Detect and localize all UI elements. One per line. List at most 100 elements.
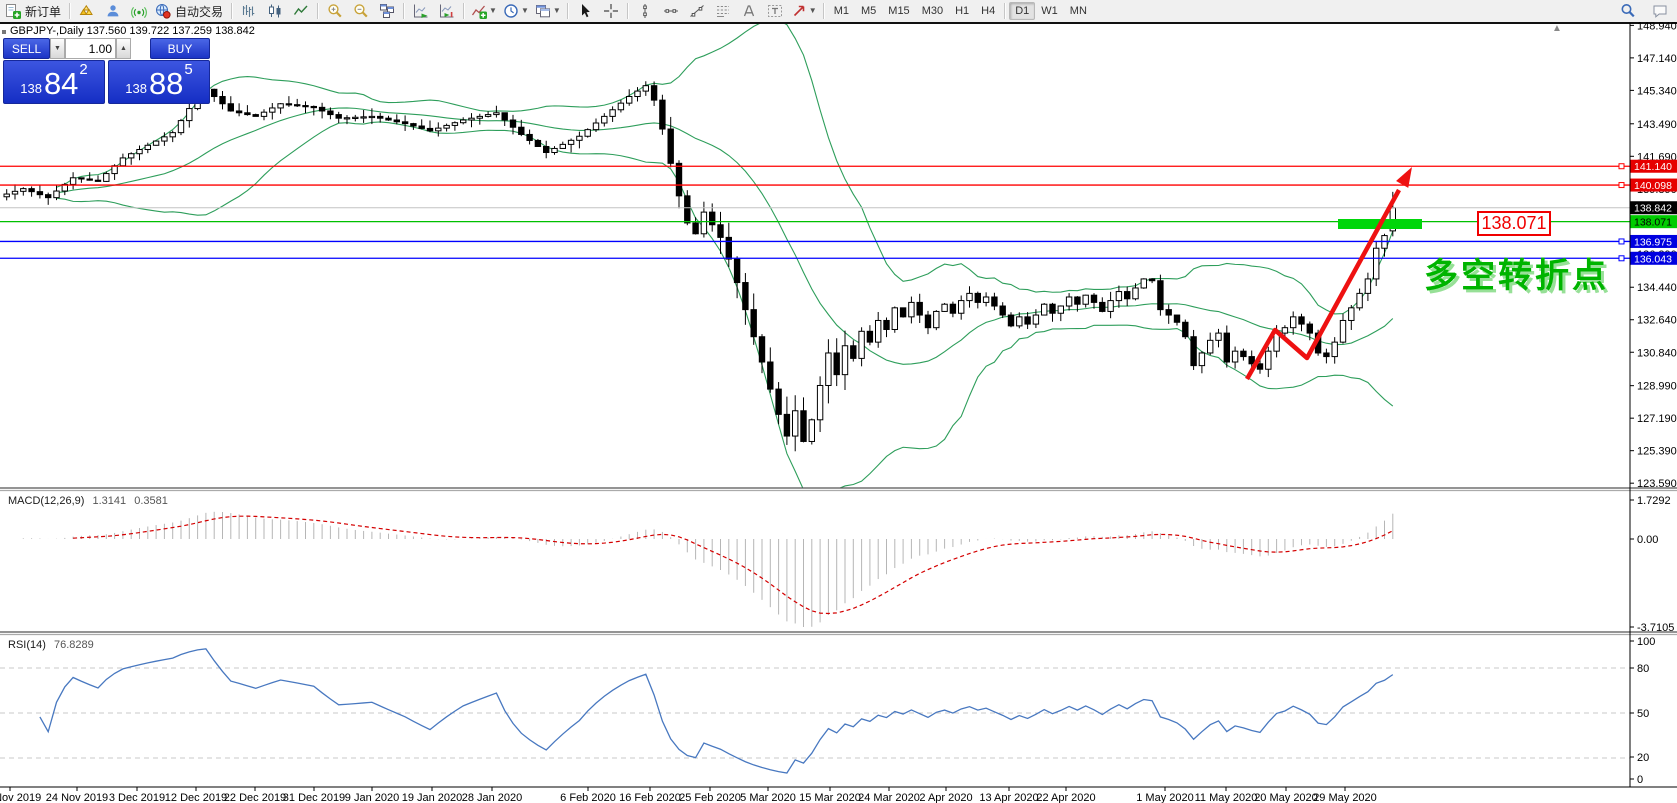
trend-line-tool-button[interactable] bbox=[684, 0, 710, 22]
community-button[interactable] bbox=[100, 0, 126, 22]
candlestick-mode-button[interactable] bbox=[262, 0, 288, 22]
svg-text:134.440: 134.440 bbox=[1637, 282, 1677, 294]
svg-text:29 May 2020: 29 May 2020 bbox=[1313, 792, 1377, 803]
svg-text:125.390: 125.390 bbox=[1637, 446, 1677, 458]
svg-text:22 Apr 2020: 22 Apr 2020 bbox=[1036, 792, 1095, 803]
svg-text:6 Feb 2020: 6 Feb 2020 bbox=[560, 792, 616, 803]
timeframe-w1-button[interactable]: W1 bbox=[1035, 2, 1064, 20]
line-chart-mode-button[interactable] bbox=[288, 0, 314, 22]
periods-icon bbox=[503, 3, 519, 19]
auto-scroll-button[interactable] bbox=[408, 0, 434, 22]
svg-text:28 Jan 2020: 28 Jan 2020 bbox=[462, 792, 523, 803]
zoom-out-button[interactable] bbox=[348, 0, 374, 22]
text-tool-button[interactable] bbox=[736, 0, 762, 22]
toolbar-separator bbox=[231, 3, 233, 19]
vertical-line-tool-button[interactable] bbox=[632, 0, 658, 22]
zoom-out-icon bbox=[353, 3, 369, 19]
templates-button[interactable]: ▼ bbox=[532, 0, 564, 22]
svg-text:19 Jan 2020: 19 Jan 2020 bbox=[402, 792, 463, 803]
svg-text:5 Mar 2020: 5 Mar 2020 bbox=[740, 792, 796, 803]
volume-input[interactable]: 1.00 bbox=[65, 38, 116, 59]
bar-chart-mode-button[interactable] bbox=[236, 0, 262, 22]
macd-name: MACD(12,26,9) bbox=[8, 495, 84, 507]
chat-button[interactable] bbox=[1647, 0, 1673, 22]
scroll-to-end-icon[interactable]: ▲ bbox=[1552, 23, 1562, 34]
candlestick-mode-icon bbox=[267, 3, 283, 19]
auto-trading-icon bbox=[155, 3, 171, 19]
horizontal-line-tool-icon bbox=[663, 3, 679, 19]
timeframe-m1-button[interactable]: M1 bbox=[828, 2, 855, 20]
market-signals-button[interactable] bbox=[126, 0, 152, 22]
vertical-line-tool-icon bbox=[637, 3, 653, 19]
dropdown-arrow-icon[interactable]: ▼ bbox=[809, 7, 817, 15]
svg-text:147.140: 147.140 bbox=[1637, 53, 1677, 65]
rsi-indicator-label: RSI(14) 76.8289 bbox=[8, 639, 94, 651]
timeframe-m5-button[interactable]: M5 bbox=[855, 2, 882, 20]
timeframe-h4-button[interactable]: H4 bbox=[975, 2, 1001, 20]
toolbar-separator bbox=[317, 3, 319, 19]
svg-text:14 Nov 2019: 14 Nov 2019 bbox=[0, 792, 41, 803]
chat-icon bbox=[1652, 3, 1668, 19]
periods-button[interactable]: ▼ bbox=[500, 0, 532, 22]
dropdown-arrow-icon[interactable]: ▼ bbox=[553, 7, 561, 15]
toolbar-separator bbox=[403, 3, 405, 19]
new-order-label: 新订单 bbox=[23, 3, 63, 20]
svg-text:50: 50 bbox=[1637, 708, 1649, 720]
svg-text:145.340: 145.340 bbox=[1637, 85, 1677, 97]
arrow-tools-icon bbox=[791, 3, 807, 19]
search-button[interactable] bbox=[1615, 0, 1641, 22]
dropdown-arrow-icon[interactable]: ▼ bbox=[521, 7, 529, 15]
buy-button[interactable]: BUY bbox=[150, 38, 210, 59]
volume-increase-button[interactable]: ▲ bbox=[116, 38, 131, 59]
crosshair-tool-icon bbox=[603, 3, 619, 19]
toolbar-separator bbox=[567, 3, 569, 19]
svg-text:0: 0 bbox=[1637, 774, 1643, 786]
svg-text:31 Dec 2019: 31 Dec 2019 bbox=[283, 792, 345, 803]
turning-point-annotation[interactable]: 多空转折点 bbox=[1424, 248, 1609, 297]
text-tool-icon bbox=[741, 3, 757, 19]
price-level-callout[interactable]: 138.071 bbox=[1477, 211, 1551, 236]
arrow-tools-button[interactable]: ▼ bbox=[788, 0, 820, 22]
rsi-value: 76.8289 bbox=[54, 639, 94, 651]
indicators-list-button[interactable]: ▼ bbox=[468, 0, 500, 22]
toolbar-separator bbox=[69, 3, 71, 19]
zoom-in-button[interactable] bbox=[322, 0, 348, 22]
auto-trading-label: 自动交易 bbox=[173, 3, 225, 20]
deposit-button[interactable] bbox=[74, 0, 100, 22]
timeframe-mn-button[interactable]: MN bbox=[1064, 2, 1093, 20]
timeframe-m30-button[interactable]: M30 bbox=[916, 2, 949, 20]
chart-shift-button[interactable] bbox=[434, 0, 460, 22]
svg-text:136.043: 136.043 bbox=[1634, 253, 1672, 265]
main-toolbar: 新订单 自动交易 ▼ ▼ ▼ ▼ M1M5M15M30H1H4 D1W1MN bbox=[0, 0, 1677, 22]
tile-windows-button[interactable] bbox=[374, 0, 400, 22]
macd-indicator-label: MACD(12,26,9) 1.3141 0.3581 bbox=[8, 495, 168, 507]
new-order-button[interactable]: 新订单 bbox=[2, 0, 66, 22]
horizontal-line-tool-button[interactable] bbox=[658, 0, 684, 22]
cursor-tool-button[interactable] bbox=[572, 0, 598, 22]
toolbar-separator bbox=[463, 3, 465, 19]
new-order-icon bbox=[5, 3, 21, 19]
svg-text:130.840: 130.840 bbox=[1637, 347, 1677, 359]
symbol-ohlc-info: GBPJPY-,Daily 137.560 139.722 137.259 13… bbox=[10, 25, 255, 37]
timeframe-d1-button[interactable]: D1 bbox=[1009, 2, 1035, 20]
sell-button[interactable]: SELL bbox=[3, 38, 50, 59]
svg-text:12 Dec 2019: 12 Dec 2019 bbox=[165, 792, 227, 803]
toolbar-separator bbox=[823, 3, 825, 19]
templates-icon bbox=[535, 3, 551, 19]
svg-text:143.490: 143.490 bbox=[1637, 119, 1677, 131]
svg-text:25 Feb 2020: 25 Feb 2020 bbox=[679, 792, 741, 803]
auto-trading-button[interactable]: 自动交易 bbox=[152, 0, 228, 22]
sell-price-display[interactable]: 138 84 2 bbox=[3, 60, 105, 104]
timeframe-h1-button[interactable]: H1 bbox=[949, 2, 975, 20]
timeframe-m15-button[interactable]: M15 bbox=[882, 2, 915, 20]
crosshair-tool-button[interactable] bbox=[598, 0, 624, 22]
fibonacci-tool-button[interactable] bbox=[710, 0, 736, 22]
toolbar-separator bbox=[627, 3, 629, 19]
buy-price-display[interactable]: 138 88 5 bbox=[108, 60, 210, 104]
volume-decrease-button[interactable]: ▼ bbox=[50, 38, 65, 59]
tile-windows-icon bbox=[379, 3, 395, 19]
text-label-tool-button[interactable] bbox=[762, 0, 788, 22]
dropdown-arrow-icon[interactable]: ▼ bbox=[489, 7, 497, 15]
chart-canvas[interactable]: 148.940147.140145.340143.490141.690139.8… bbox=[0, 22, 1677, 803]
chart-shift-icon bbox=[439, 3, 455, 19]
